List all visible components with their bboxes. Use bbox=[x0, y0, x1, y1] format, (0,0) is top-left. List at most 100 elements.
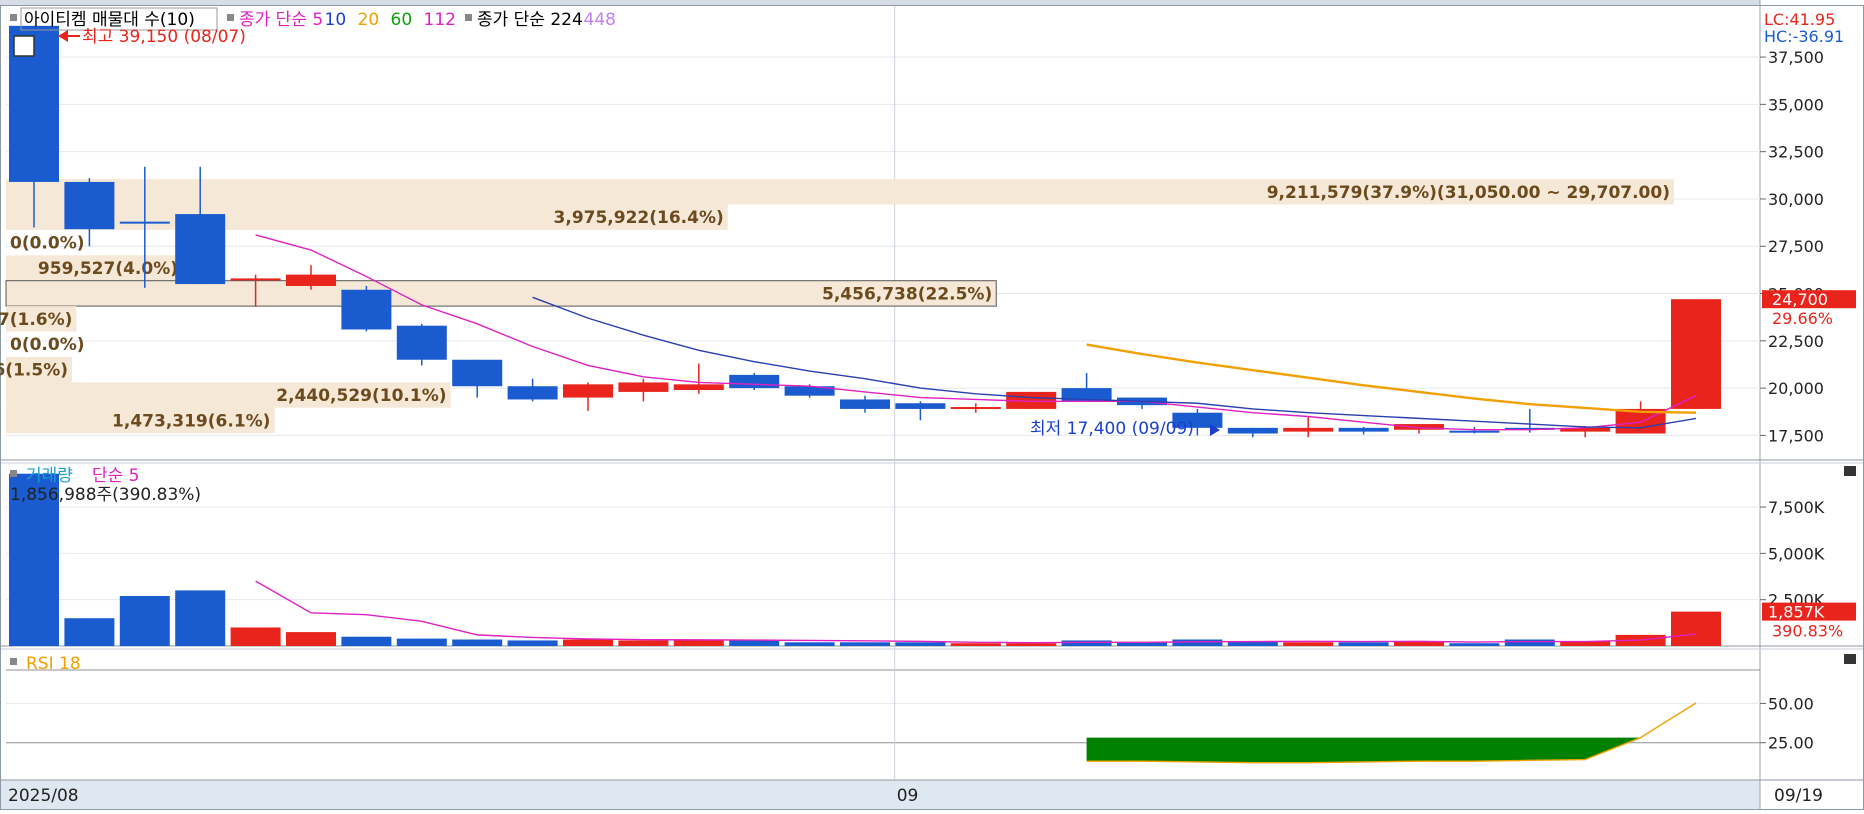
last-change-label: 29.66% bbox=[1772, 309, 1833, 328]
candle-body bbox=[1671, 299, 1721, 409]
price-legend-item: 112 bbox=[424, 10, 456, 30]
volume-unit-label: 1,856,988주(390.83%) bbox=[10, 485, 201, 505]
volume-profile-label: 2,440,529(10.1%) bbox=[276, 386, 446, 406]
volume-profile-label: 5,456,738(22.5%) bbox=[822, 284, 992, 304]
volume-bar bbox=[1671, 611, 1721, 646]
candle-body bbox=[286, 274, 336, 286]
candle-body bbox=[673, 384, 724, 391]
legend-square-icon bbox=[227, 14, 234, 21]
volume-y-tick-label: 5,000K bbox=[1768, 544, 1825, 563]
volume-bar bbox=[396, 638, 447, 646]
volume-bar bbox=[895, 642, 946, 646]
last-volume-label: 1,857K bbox=[1768, 603, 1825, 622]
price-legend-item: 20 bbox=[358, 10, 380, 30]
volume-bar bbox=[286, 632, 336, 646]
price-y-tick-label: 37,500 bbox=[1768, 48, 1824, 67]
volume-bar bbox=[175, 590, 226, 646]
volume-bar bbox=[1283, 642, 1334, 646]
candle-body bbox=[64, 181, 115, 230]
volume-bar bbox=[840, 642, 890, 646]
x-tick-label: 09 bbox=[897, 786, 919, 806]
volume-profile-label: 383,857(1.6%) bbox=[0, 310, 72, 330]
volume-bar bbox=[729, 640, 780, 646]
price-y-tick-label: 27,500 bbox=[1768, 237, 1824, 256]
candle-body bbox=[452, 359, 503, 387]
legend-square-icon bbox=[10, 658, 17, 665]
candle-body bbox=[119, 221, 170, 224]
price-y-tick-label: 22,500 bbox=[1768, 332, 1824, 351]
price-y-tick-label: 17,500 bbox=[1768, 426, 1824, 445]
x-axis-right-label: 09/19 bbox=[1774, 786, 1823, 806]
volume-profile-label: 959,527(4.0%) bbox=[38, 259, 178, 279]
price-y-tick-label: 35,000 bbox=[1768, 95, 1824, 114]
candle-body bbox=[396, 325, 447, 360]
candle-body bbox=[1449, 430, 1500, 433]
volume-bar bbox=[1449, 643, 1500, 646]
legend-square-icon bbox=[10, 14, 17, 21]
price-legend-item: 60 bbox=[391, 10, 413, 30]
volume-bar bbox=[784, 642, 835, 646]
price-y-tick-label: 32,500 bbox=[1768, 143, 1824, 162]
volume-profile-label: 0(0.0%) bbox=[10, 234, 85, 254]
volume-profile-label: 3,975,922(16.4%) bbox=[554, 208, 724, 228]
volume-profile-label: 372,866(1.5%) bbox=[0, 361, 68, 381]
volume-bar bbox=[452, 639, 503, 646]
price-legend-item: 종가 단순 5 bbox=[239, 10, 323, 30]
candle-body bbox=[1283, 427, 1334, 432]
pane-close-icon bbox=[1844, 654, 1856, 664]
x-tick-label: 2025/08 bbox=[8, 786, 79, 806]
last-volume-change-label: 390.83% bbox=[1772, 622, 1843, 641]
price-y-tick-label: 30,000 bbox=[1768, 190, 1824, 209]
volume-bar bbox=[507, 640, 558, 646]
rsi-legend-item: RSI 18 bbox=[26, 654, 81, 674]
x-axis-bar bbox=[0, 780, 1864, 810]
volume-bar bbox=[341, 636, 392, 646]
candle-body bbox=[175, 214, 226, 285]
legend-square-icon bbox=[465, 14, 472, 21]
candle-body bbox=[341, 289, 392, 330]
high-annotation: 최고 39,150 (08/07) bbox=[82, 27, 246, 47]
volume-bar bbox=[64, 618, 115, 646]
volume-bar bbox=[1061, 640, 1112, 646]
rsi-y-tick-label: 50.00 bbox=[1768, 694, 1814, 713]
candle-body bbox=[1338, 427, 1389, 432]
volume-bar bbox=[563, 639, 613, 646]
volume-bar bbox=[1504, 639, 1555, 646]
volume-legend-item: 단순 5 bbox=[92, 466, 140, 486]
candle-body bbox=[230, 278, 281, 281]
last-price-label: 24,700 bbox=[1772, 290, 1828, 309]
volume-y-tick-label: 7,500K bbox=[1768, 498, 1825, 517]
volume-profile-label: 9,211,579(37.9%)(31,050.00 ~ 29,707.00) bbox=[1267, 183, 1670, 203]
low-annotation: 최저 17,400 (09/09) bbox=[1030, 419, 1194, 439]
volume-profile-label: 0(0.0%) bbox=[10, 335, 85, 355]
price-legend-item: 448 bbox=[584, 10, 616, 30]
rsi-y-tick-label: 25.00 bbox=[1768, 734, 1814, 753]
pane-close-icon bbox=[1844, 466, 1856, 476]
volume-bar bbox=[119, 595, 170, 646]
price-legend-item: 종가 단순 224 bbox=[477, 10, 583, 30]
price-legend-item: 10 bbox=[325, 10, 347, 30]
grid-table-icon bbox=[13, 35, 35, 57]
y-axis-panel bbox=[1760, 0, 1864, 810]
candle-body bbox=[895, 403, 946, 409]
candle-body bbox=[507, 386, 558, 400]
volume-bar bbox=[1006, 643, 1057, 646]
price-y-tick-label: 20,000 bbox=[1768, 379, 1824, 398]
volume-bar bbox=[230, 627, 281, 646]
volume-profile-label: 1,473,319(6.1%) bbox=[112, 411, 270, 431]
top-strip bbox=[0, 0, 1864, 5]
candle-body bbox=[950, 407, 1001, 410]
volume-legend-item: 거래량 bbox=[26, 466, 73, 486]
candle-body bbox=[563, 384, 613, 398]
candle-body bbox=[840, 399, 890, 409]
volume-bar bbox=[618, 640, 669, 646]
volume-bar bbox=[1338, 642, 1389, 646]
hc-label: HC:-36.91 bbox=[1764, 27, 1844, 46]
candle-body bbox=[729, 374, 780, 389]
volume-bar bbox=[1172, 639, 1223, 646]
candle-body bbox=[618, 382, 669, 392]
stock-chart[interactable]: 9,211,579(37.9%)(31,050.00 ~ 29,707.00) 3… bbox=[0, 0, 1864, 810]
legend-square-icon bbox=[10, 470, 17, 477]
candle-body bbox=[1227, 427, 1278, 434]
volume-bar bbox=[950, 643, 1001, 646]
